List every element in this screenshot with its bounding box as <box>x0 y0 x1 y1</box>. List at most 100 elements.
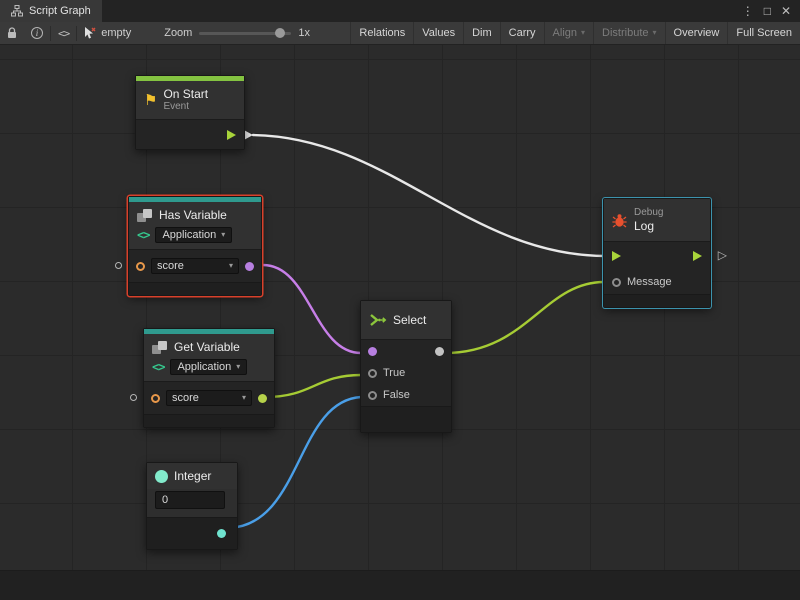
variables-icon <box>137 209 153 222</box>
node-header[interactable]: Integer <box>147 463 237 489</box>
distribute-button[interactable]: Distribute ▾ <box>593 22 664 44</box>
variable-scope-dropdown[interactable]: Application ▾ <box>155 227 232 243</box>
tab-title: Script Graph <box>29 5 91 17</box>
condition-input-port[interactable] <box>368 347 377 356</box>
dim-button[interactable]: Dim <box>463 22 500 44</box>
node-header[interactable]: Get Variable <> Application ▾ <box>144 334 274 381</box>
chevron-down-icon: ▾ <box>653 29 657 37</box>
wire-select-to-log[interactable] <box>445 282 604 353</box>
result-output-port[interactable] <box>245 262 254 271</box>
node-select[interactable]: Select True False <box>360 300 452 433</box>
values-button[interactable]: Values <box>413 22 463 44</box>
flow-output-port[interactable] <box>227 130 236 140</box>
variable-scope-dropdown[interactable]: Application ▾ <box>170 359 247 375</box>
variables-icon <box>152 341 168 354</box>
code-icon: <> <box>137 228 149 242</box>
variable-name-dropdown[interactable]: score ▾ <box>166 390 252 406</box>
maximize-icon[interactable]: □ <box>764 4 771 18</box>
button-label: Overview <box>674 27 720 39</box>
title-bar: Script Graph ⋮ □ ✕ <box>0 0 800 22</box>
wire-has-variable-to-select[interactable] <box>263 265 361 353</box>
node-get-variable[interactable]: Get Variable <> Application ▾ score ▾ <box>143 328 275 428</box>
scope-label: Application <box>177 361 231 373</box>
info-icon: i <box>31 27 43 39</box>
node-footer <box>147 517 237 549</box>
node-debug-log[interactable]: Debug Log Message ▷ <box>603 198 711 308</box>
code-icon: <> <box>152 360 164 374</box>
unconnected-port-marker <box>130 394 137 401</box>
align-button[interactable]: Align▾ <box>544 22 593 44</box>
info-button[interactable]: i <box>24 22 50 44</box>
true-port-label: True <box>383 367 405 379</box>
node-title: Get Variable <box>174 340 240 354</box>
select-icon <box>369 313 387 327</box>
tab-script-graph[interactable]: Script Graph <box>0 0 102 22</box>
graph-toolbar: i <> empty Zoom 1x Relations Values Dim … <box>0 22 800 45</box>
name-input-port[interactable] <box>151 394 160 403</box>
node-footer <box>604 294 710 307</box>
button-label: Distribute <box>602 27 648 39</box>
toolbar-buttons: Relations Values Dim Carry Align▾ Distri… <box>350 22 800 44</box>
canvas-bottom-band <box>0 570 800 600</box>
node-subtitle: Event <box>163 101 208 113</box>
variable-name: score <box>172 392 199 404</box>
node-ports: Message <box>604 241 710 294</box>
zoom-slider[interactable] <box>199 32 291 35</box>
full-screen-button[interactable]: Full Screen <box>727 22 800 44</box>
graph-canvas[interactable]: ⚑ On Start Event Has Variable <> Applica… <box>0 45 800 600</box>
node-ports: score ▾ <box>144 381 274 414</box>
node-header[interactable]: Has Variable <> Application ▾ <box>129 202 261 249</box>
message-input-port[interactable] <box>612 278 621 287</box>
node-title: On Start <box>163 87 208 101</box>
node-has-variable[interactable]: Has Variable <> Application ▾ score ▾ <box>128 196 262 296</box>
unconnected-port-marker <box>115 262 122 269</box>
node-header[interactable]: ⚑ On Start Event <box>136 81 244 119</box>
value-field-row: 0 <box>147 489 237 517</box>
selection-status: empty <box>77 22 138 44</box>
node-on-start[interactable]: ⚑ On Start Event <box>135 75 245 150</box>
chevron-down-icon: ▾ <box>242 394 246 402</box>
overview-button[interactable]: Overview <box>665 22 728 44</box>
integer-value-input[interactable]: 0 <box>155 491 225 509</box>
code-preview-button[interactable]: <> <box>51 22 76 44</box>
node-header[interactable]: Debug Log <box>604 199 710 241</box>
wire-get-variable-to-select[interactable] <box>266 375 361 397</box>
node-category: Debug <box>634 207 663 219</box>
node-title: Integer <box>174 469 211 483</box>
node-ports: True False <box>361 339 451 406</box>
zoom-control: Zoom 1x <box>164 27 310 39</box>
zoom-slider-knob[interactable] <box>275 28 285 38</box>
true-input-port[interactable] <box>368 369 377 378</box>
node-header[interactable]: Select <box>361 301 451 339</box>
variable-name: score <box>157 260 184 272</box>
window-menu-icon[interactable]: ⋮ <box>742 4 754 18</box>
relations-button[interactable]: Relations <box>350 22 413 44</box>
selection-label: empty <box>101 27 131 39</box>
lock-button[interactable] <box>0 22 24 44</box>
false-port-label: False <box>383 389 410 401</box>
bug-icon <box>612 213 627 228</box>
variable-name-dropdown[interactable]: score ▾ <box>151 258 239 274</box>
node-footer <box>361 406 451 432</box>
selection-output-port[interactable] <box>435 347 444 356</box>
message-port-label: Message <box>627 276 672 288</box>
false-input-port[interactable] <box>368 391 377 400</box>
node-integer[interactable]: Integer 0 <box>146 462 238 550</box>
flow-input-port[interactable] <box>612 251 621 261</box>
flow-output-port[interactable] <box>693 251 702 261</box>
name-input-port[interactable] <box>136 262 145 271</box>
button-label: Full Screen <box>736 27 792 39</box>
chevron-down-icon: ▾ <box>236 363 240 371</box>
close-icon[interactable]: ✕ <box>781 4 791 18</box>
integer-icon <box>155 470 168 483</box>
zoom-value: 1x <box>298 27 310 39</box>
chevron-down-icon: ▾ <box>229 262 233 270</box>
node-footer <box>144 414 274 427</box>
node-title: Log <box>634 219 663 233</box>
code-icon: <> <box>58 27 69 40</box>
carry-button[interactable]: Carry <box>500 22 544 44</box>
wire-on-start-to-log[interactable] <box>253 135 606 256</box>
value-output-port[interactable] <box>258 394 267 403</box>
lock-icon <box>7 27 17 39</box>
value-output-port[interactable] <box>217 529 226 538</box>
